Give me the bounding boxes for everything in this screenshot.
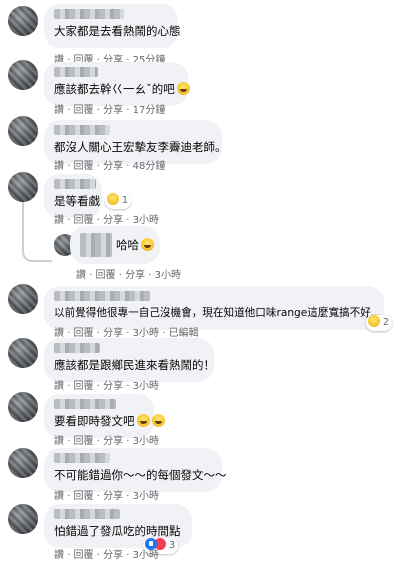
- share-link[interactable]: 分享: [103, 550, 123, 561]
- user-avatar[interactable]: [8, 172, 38, 202]
- user-avatar[interactable]: [8, 448, 38, 478]
- like-link[interactable]: 讚: [54, 550, 64, 561]
- comment-item: 以前覺得他很專一自己沒機會，現在知道他口味range這麼寬搞不好... 2 讚 …: [0, 282, 400, 340]
- timestamp[interactable]: 3小時: [133, 550, 159, 561]
- reply-link[interactable]: 回覆: [74, 215, 94, 226]
- laughing-emoji-icon: [136, 414, 150, 427]
- comment-text: 大家都是去看熱鬧的心態: [54, 24, 181, 38]
- comment-text: 怕錯過了發瓜吃的時間點: [54, 524, 181, 538]
- comment-text: 都沒人關心王宏摯友李霽迪老師。: [54, 140, 227, 154]
- comment-bubble: 哈哈: [70, 226, 160, 264]
- laughing-emoji-icon: [141, 238, 154, 251]
- user-name-blurred[interactable]: [54, 179, 96, 189]
- like-link[interactable]: 讚: [54, 215, 64, 226]
- laughing-emoji-icon: [368, 315, 380, 327]
- like-link[interactable]: 讚: [76, 270, 86, 281]
- comment-bubble: 大家都是去看熱鬧的心態: [44, 4, 181, 48]
- comment-item: 不可能錯過你～～的每個發文～～ 讚 · 回覆 · 分享 · 3小時: [0, 444, 400, 502]
- user-name-blurred[interactable]: [54, 9, 124, 19]
- laughing-emoji-icon: [107, 193, 119, 205]
- comment-bubble: 應該都是跟鄉民進來看熱鬧的！: [44, 338, 215, 382]
- user-name-blurred[interactable]: [54, 67, 98, 77]
- comment-text: 不可能錯過你～～的每個發文～～: [54, 468, 227, 482]
- share-link[interactable]: 分享: [125, 270, 145, 281]
- comment-text: 以前覺得他很專一自己沒機會，現在知道他口味range這麼寬搞不好...: [54, 307, 381, 319]
- comment-text: 應該都是跟鄉民進來看熱鬧的！: [54, 358, 215, 372]
- reaction-count[interactable]: 1: [105, 193, 132, 209]
- comment-text: 哈哈: [116, 238, 154, 253]
- comment-text: 要看即時發文吧: [54, 414, 165, 429]
- user-name-blurred[interactable]: [54, 453, 110, 463]
- reply-item: 哈哈 讚 · 回覆 · 分享 · 3小時: [0, 226, 400, 282]
- share-link[interactable]: 分享: [103, 215, 123, 226]
- timestamp[interactable]: 3小時: [133, 215, 159, 226]
- user-name-blurred[interactable]: [54, 509, 120, 519]
- comment-item: 是等看戲 1 讚 · 回覆 · 分享 · 3小時: [0, 170, 400, 262]
- user-avatar[interactable]: [8, 338, 38, 368]
- laughing-emoji-icon: [176, 82, 190, 95]
- comment-actions: 讚 · 回覆 · 分享 · 3小時: [54, 215, 160, 226]
- comment-item: 要看即時發文吧 讚 · 回覆 · 分享 · 3小時: [0, 390, 400, 447]
- comment-item: 應該都是跟鄉民進來看熱鬧的！ 讚 · 回覆 · 分享 · 3小時: [0, 336, 400, 392]
- comment-item: 都沒人關心王宏摯友李霽迪老師。 讚 · 回覆 · 分享 · 48分鐘: [0, 112, 400, 172]
- comment-item: 大家都是去看熱鬧的心態 讚 · 回覆 · 分享 · 25分鐘: [0, 0, 400, 66]
- user-name-blurred[interactable]: [54, 125, 110, 135]
- reaction-count[interactable]: 2: [366, 315, 393, 331]
- comment-text: 應該都去幹巜一ㄠˇ的吧: [54, 82, 190, 97]
- user-avatar[interactable]: [8, 504, 38, 534]
- user-avatar[interactable]: [8, 6, 38, 36]
- reply-link[interactable]: 回覆: [96, 270, 116, 281]
- user-avatar[interactable]: [8, 116, 38, 146]
- comment-bubble: 不可能錯過你～～的每個發文～～: [44, 448, 227, 492]
- comment-item: 怕錯過了發瓜吃的時間點 3 讚 · 回覆 · 分享 · 3小時: [0, 500, 400, 561]
- laughing-emoji-icon: [151, 414, 165, 427]
- user-avatar[interactable]: [8, 60, 38, 90]
- comment-actions: 讚 · 回覆 · 分享 · 3小時: [76, 270, 182, 281]
- user-avatar[interactable]: [8, 284, 38, 314]
- comment-text: 是等看戲: [54, 194, 100, 208]
- user-name-blurred[interactable]: [54, 343, 100, 353]
- user-avatar[interactable]: [8, 392, 38, 422]
- comment-item: 應該都去幹巜一ㄠˇ的吧 讚 · 回覆 · 分享 · 17分鐘: [0, 56, 400, 116]
- user-name-blurred[interactable]: [80, 233, 112, 257]
- timestamp[interactable]: 3小時: [155, 270, 181, 281]
- reply-link[interactable]: 回覆: [74, 550, 94, 561]
- user-name-blurred[interactable]: [54, 399, 116, 409]
- comment-bubble: 應該都去幹巜一ㄠˇ的吧: [44, 62, 190, 106]
- user-name-blurred[interactable]: [54, 291, 150, 301]
